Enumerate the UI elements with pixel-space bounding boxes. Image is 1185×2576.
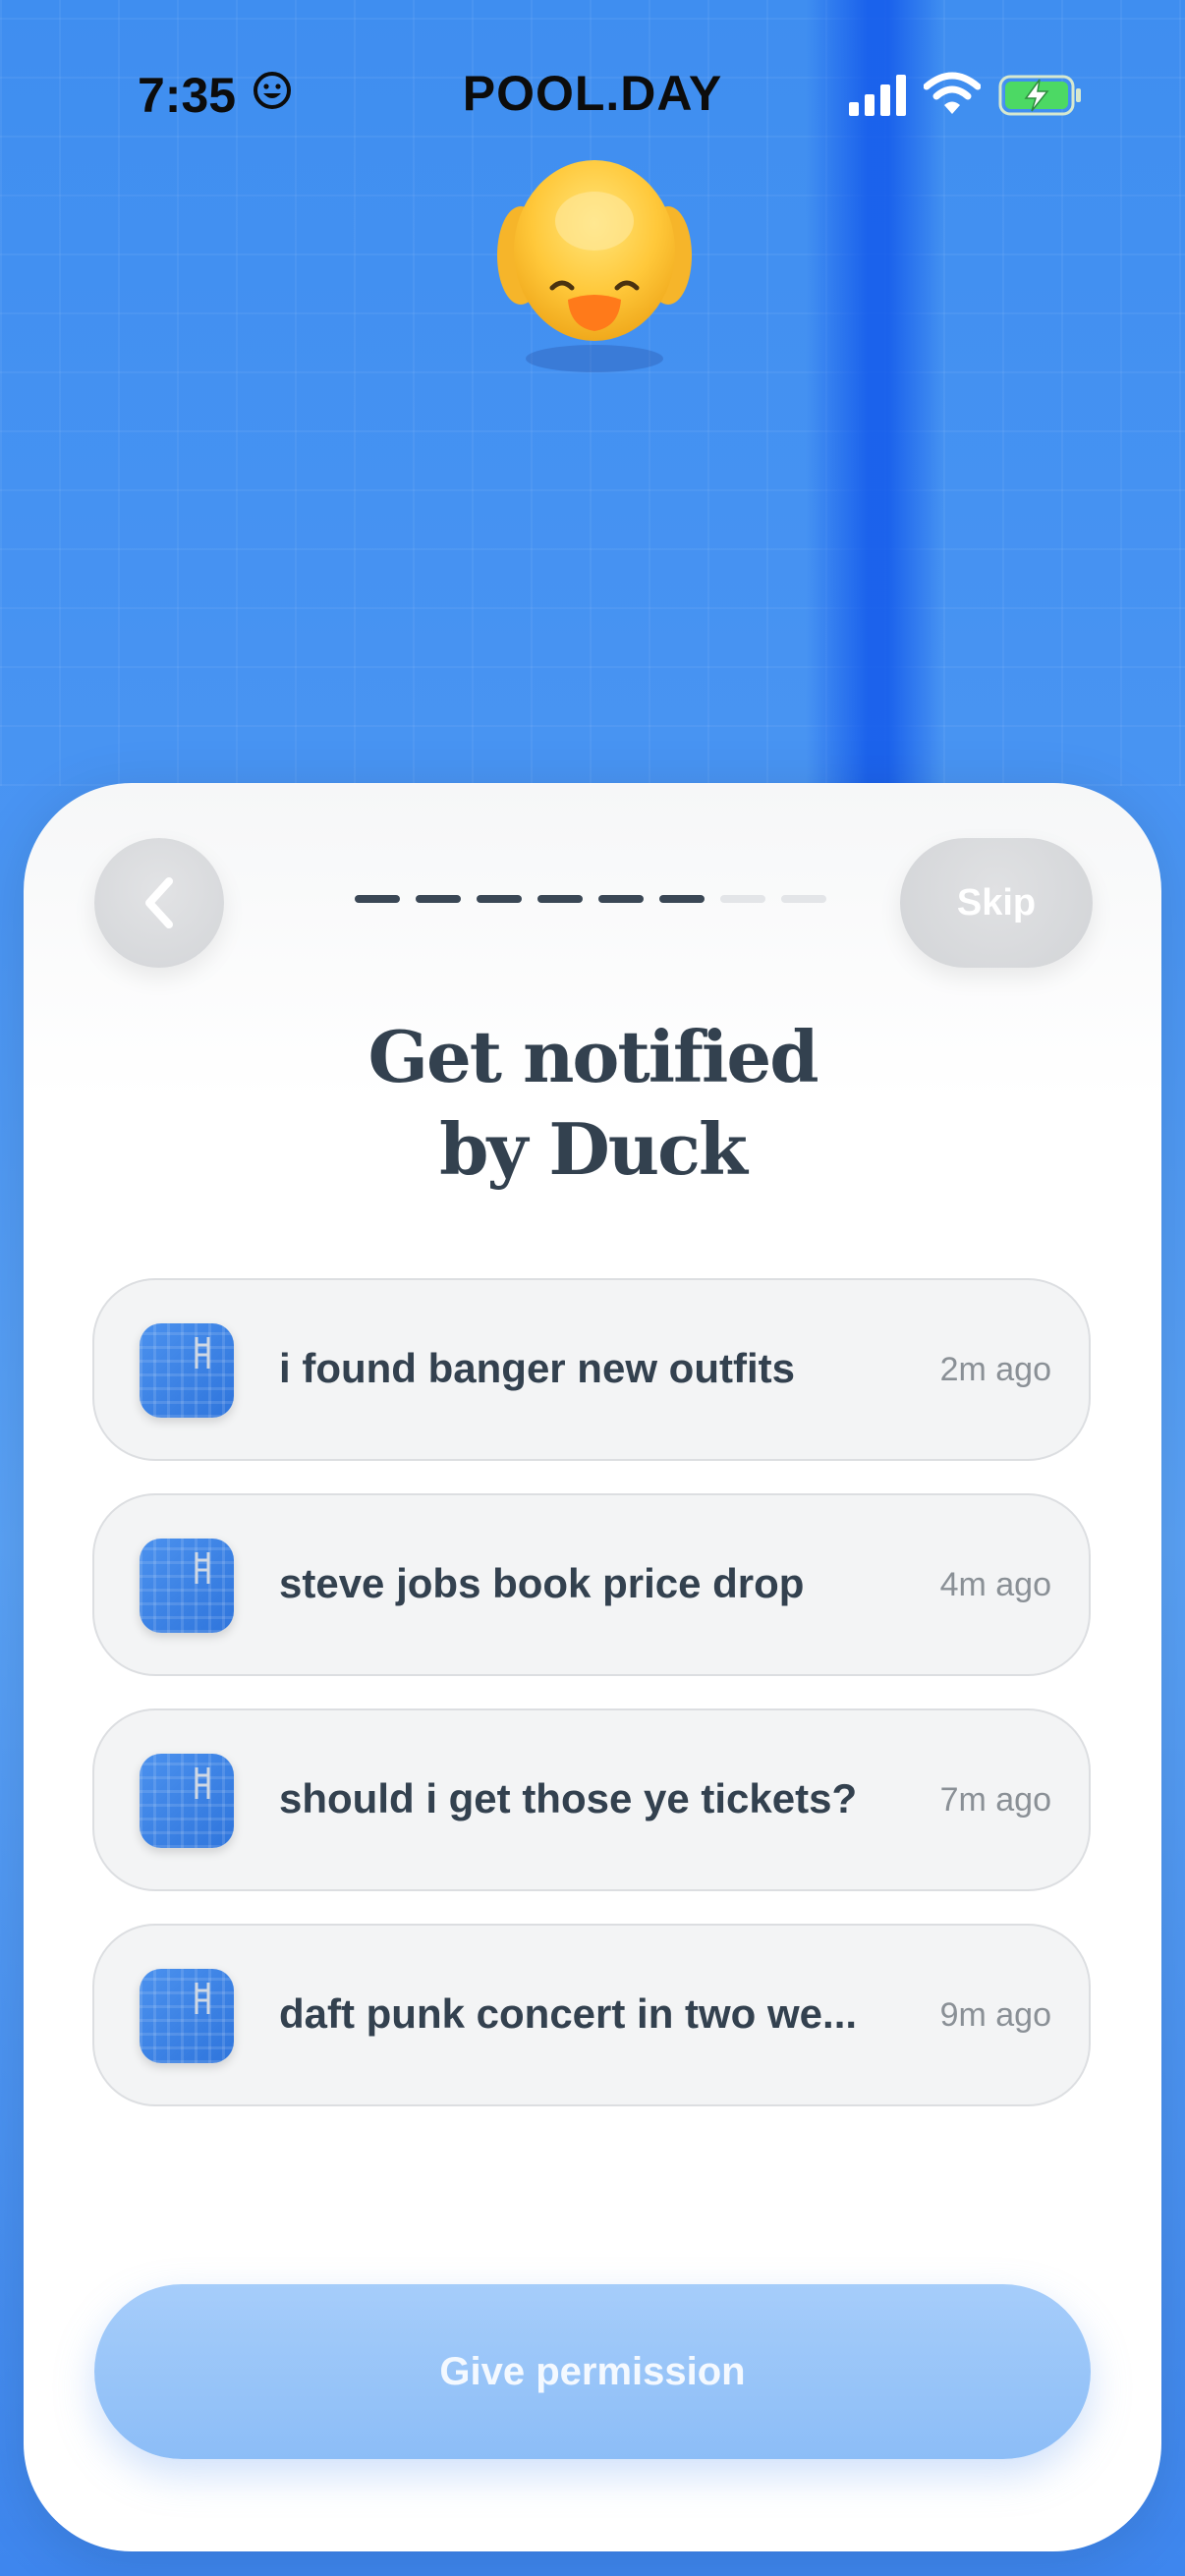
give-permission-button[interactable]: Give permission [94,2284,1091,2459]
notification-list: i found banger new outfits 2m ago steve … [92,1278,1091,2139]
back-button[interactable] [94,838,224,968]
onboarding-sheet: Skip Get notified by Duck i found banger… [24,783,1161,2551]
notification-item[interactable]: i found banger new outfits 2m ago [92,1278,1091,1461]
pool-app-icon [140,1754,234,1848]
progress-segment [781,895,826,903]
rubber-duck-icon [497,160,692,372]
notification-item[interactable]: daft punk concert in two we... 9m ago [92,1924,1091,2106]
notification-text: daft punk concert in two we... [279,1990,858,2037]
progress-segment [477,895,522,903]
chevron-left-icon [145,877,173,928]
pool-app-icon [140,1323,234,1418]
notification-item[interactable]: steve jobs book price drop 4m ago [92,1493,1091,1676]
progress-segment [537,895,583,903]
notification-text: i found banger new outfits [279,1345,795,1391]
page-title-line-2: by Duck [439,1107,748,1191]
progress-segment [598,895,644,903]
notification-item[interactable]: should i get those ye tickets? 7m ago [92,1708,1091,1891]
wifi-icon [924,72,981,114]
pool-app-icon [140,1969,234,2063]
page-title: Get notified by Duck [24,1011,1161,1196]
progress-segment [416,895,461,903]
notification-time: 2m ago [939,1351,1051,1388]
progress-indicator [355,895,826,903]
notification-time: 4m ago [939,1566,1051,1603]
page-title-line-1: Get notified [367,1015,818,1098]
notification-time: 7m ago [939,1781,1051,1819]
notification-time: 9m ago [939,1996,1051,2034]
skip-button[interactable]: Skip [900,838,1093,968]
notification-text: should i get those ye tickets? [279,1775,858,1821]
cellular-signal-icon [849,75,906,116]
battery-charging-icon [998,75,1081,116]
progress-segment [355,895,400,903]
notification-text: steve jobs book price drop [279,1560,805,1606]
pool-app-icon [140,1539,234,1633]
progress-segment [720,895,765,903]
progress-segment [659,895,705,903]
